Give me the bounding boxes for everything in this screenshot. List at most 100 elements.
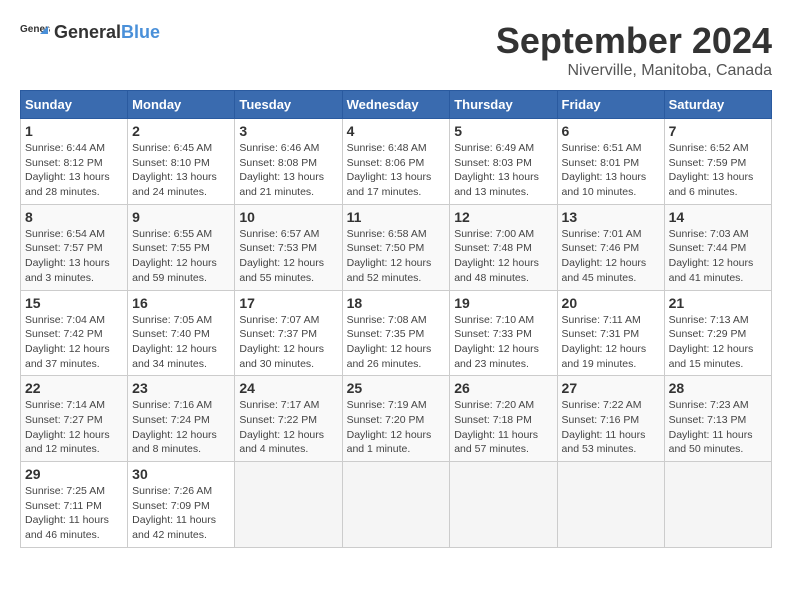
day-info: Sunrise: 7:19 AM Sunset: 7:20 PM Dayligh…: [347, 398, 446, 457]
day-number: 13: [562, 209, 660, 225]
day-info: Sunrise: 6:45 AM Sunset: 8:10 PM Dayligh…: [132, 141, 230, 200]
day-info: Sunrise: 7:16 AM Sunset: 7:24 PM Dayligh…: [132, 398, 230, 457]
day-number: 10: [239, 209, 337, 225]
calendar-cell: [450, 462, 557, 548]
day-number: 24: [239, 380, 337, 396]
calendar-week-row: 8 Sunrise: 6:54 AM Sunset: 7:57 PM Daylig…: [21, 204, 772, 290]
calendar-cell: 23 Sunrise: 7:16 AM Sunset: 7:24 PM Dayli…: [128, 376, 235, 462]
calendar-cell: 17 Sunrise: 7:07 AM Sunset: 7:37 PM Dayli…: [235, 290, 342, 376]
calendar-cell: 9 Sunrise: 6:55 AM Sunset: 7:55 PM Daylig…: [128, 204, 235, 290]
calendar-week-row: 29Sunrise: 7:25 AM Sunset: 7:11 PM Dayli…: [21, 462, 772, 548]
calendar-cell: 14 Sunrise: 7:03 AM Sunset: 7:44 PM Dayli…: [664, 204, 771, 290]
day-number: 2: [132, 123, 230, 139]
day-number: 23: [132, 380, 230, 396]
day-number: 30: [132, 466, 230, 482]
day-number: 29: [25, 466, 123, 482]
day-number: 28: [669, 380, 767, 396]
page-header: General GeneralBlue September 2024 Niver…: [20, 20, 772, 80]
day-info: Sunrise: 6:58 AM Sunset: 7:50 PM Dayligh…: [347, 227, 446, 286]
day-number: 21: [669, 295, 767, 311]
day-number: 18: [347, 295, 446, 311]
day-number: 5: [454, 123, 552, 139]
calendar-cell: [342, 462, 450, 548]
day-number: 3: [239, 123, 337, 139]
calendar-cell: 28 Sunrise: 7:23 AM Sunset: 7:13 PM Dayli…: [664, 376, 771, 462]
day-info: Sunrise: 7:20 AM Sunset: 7:18 PM Dayligh…: [454, 398, 552, 457]
calendar-cell: 7 Sunrise: 6:52 AM Sunset: 7:59 PM Daylig…: [664, 119, 771, 205]
calendar-cell: 4 Sunrise: 6:48 AM Sunset: 8:06 PM Daylig…: [342, 119, 450, 205]
day-number: 12: [454, 209, 552, 225]
calendar-cell: 24Sunrise: 7:17 AM Sunset: 7:22 PM Dayli…: [235, 376, 342, 462]
calendar-cell: 12 Sunrise: 7:00 AM Sunset: 7:48 PM Dayli…: [450, 204, 557, 290]
day-info: Sunrise: 7:04 AM Sunset: 7:42 PM Dayligh…: [25, 313, 123, 372]
day-number: 9: [132, 209, 230, 225]
calendar-week-row: 15 Sunrise: 7:04 AM Sunset: 7:42 PM Dayli…: [21, 290, 772, 376]
day-info: Sunrise: 7:14 AM Sunset: 7:27 PM Dayligh…: [25, 398, 123, 457]
day-info: Sunrise: 7:00 AM Sunset: 7:48 PM Dayligh…: [454, 227, 552, 286]
day-number: 11: [347, 209, 446, 225]
day-info: Sunrise: 7:13 AM Sunset: 7:29 PM Dayligh…: [669, 313, 767, 372]
day-number: 16: [132, 295, 230, 311]
calendar-table: Sunday Monday Tuesday Wednesday Thursday…: [20, 90, 772, 548]
day-number: 4: [347, 123, 446, 139]
day-number: 19: [454, 295, 552, 311]
col-monday: Monday: [128, 91, 235, 119]
day-number: 6: [562, 123, 660, 139]
day-info: Sunrise: 7:23 AM Sunset: 7:13 PM Dayligh…: [669, 398, 767, 457]
calendar-cell: 19Sunrise: 7:10 AM Sunset: 7:33 PM Dayli…: [450, 290, 557, 376]
day-info: Sunrise: 7:26 AM Sunset: 7:09 PM Dayligh…: [132, 484, 230, 543]
day-info: Sunrise: 6:51 AM Sunset: 8:01 PM Dayligh…: [562, 141, 660, 200]
day-number: 15: [25, 295, 123, 311]
day-info: Sunrise: 7:07 AM Sunset: 7:37 PM Dayligh…: [239, 313, 337, 372]
day-info: Sunrise: 7:05 AM Sunset: 7:40 PM Dayligh…: [132, 313, 230, 372]
calendar-cell: 30 Sunrise: 7:26 AM Sunset: 7:09 PM Dayli…: [128, 462, 235, 548]
calendar-cell: 25 Sunrise: 7:19 AM Sunset: 7:20 PM Dayli…: [342, 376, 450, 462]
logo-icon: General: [20, 20, 50, 44]
day-info: Sunrise: 6:49 AM Sunset: 8:03 PM Dayligh…: [454, 141, 552, 200]
calendar-cell: 3 Sunrise: 6:46 AM Sunset: 8:08 PM Daylig…: [235, 119, 342, 205]
day-number: 26: [454, 380, 552, 396]
calendar-cell: 26 Sunrise: 7:20 AM Sunset: 7:18 PM Dayli…: [450, 376, 557, 462]
day-info: Sunrise: 6:48 AM Sunset: 8:06 PM Dayligh…: [347, 141, 446, 200]
day-info: Sunrise: 7:08 AM Sunset: 7:35 PM Dayligh…: [347, 313, 446, 372]
calendar-cell: 6 Sunrise: 6:51 AM Sunset: 8:01 PM Daylig…: [557, 119, 664, 205]
day-number: 1: [25, 123, 123, 139]
day-number: 25: [347, 380, 446, 396]
day-number: 8: [25, 209, 123, 225]
col-thursday: Thursday: [450, 91, 557, 119]
location-title: Niverville, Manitoba, Canada: [496, 62, 772, 80]
calendar-cell: 13Sunrise: 7:01 AM Sunset: 7:46 PM Dayli…: [557, 204, 664, 290]
calendar-cell: [557, 462, 664, 548]
day-number: 27: [562, 380, 660, 396]
calendar-cell: 21 Sunrise: 7:13 AM Sunset: 7:29 PM Dayli…: [664, 290, 771, 376]
logo-general: General: [54, 22, 121, 42]
calendar-cell: 20Sunrise: 7:11 AM Sunset: 7:31 PM Dayli…: [557, 290, 664, 376]
calendar-cell: 29Sunrise: 7:25 AM Sunset: 7:11 PM Dayli…: [21, 462, 128, 548]
day-info: Sunrise: 7:22 AM Sunset: 7:16 PM Dayligh…: [562, 398, 660, 457]
col-sunday: Sunday: [21, 91, 128, 119]
day-info: Sunrise: 6:55 AM Sunset: 7:55 PM Dayligh…: [132, 227, 230, 286]
day-number: 17: [239, 295, 337, 311]
day-info: Sunrise: 6:46 AM Sunset: 8:08 PM Dayligh…: [239, 141, 337, 200]
day-info: Sunrise: 6:44 AM Sunset: 8:12 PM Dayligh…: [25, 141, 123, 200]
calendar-cell: 5 Sunrise: 6:49 AM Sunset: 8:03 PM Daylig…: [450, 119, 557, 205]
day-info: Sunrise: 6:52 AM Sunset: 7:59 PM Dayligh…: [669, 141, 767, 200]
calendar-cell: [235, 462, 342, 548]
calendar-cell: 11 Sunrise: 6:58 AM Sunset: 7:50 PM Dayli…: [342, 204, 450, 290]
calendar-cell: 1 Sunrise: 6:44 AM Sunset: 8:12 PM Daylig…: [21, 119, 128, 205]
day-number: 22: [25, 380, 123, 396]
calendar-cell: 8 Sunrise: 6:54 AM Sunset: 7:57 PM Daylig…: [21, 204, 128, 290]
col-saturday: Saturday: [664, 91, 771, 119]
day-number: 7: [669, 123, 767, 139]
title-area: September 2024 Niverville, Manitoba, Can…: [496, 20, 772, 80]
calendar-cell: [664, 462, 771, 548]
day-info: Sunrise: 7:03 AM Sunset: 7:44 PM Dayligh…: [669, 227, 767, 286]
calendar-cell: 16 Sunrise: 7:05 AM Sunset: 7:40 PM Dayli…: [128, 290, 235, 376]
day-number: 14: [669, 209, 767, 225]
col-wednesday: Wednesday: [342, 91, 450, 119]
day-info: Sunrise: 6:54 AM Sunset: 7:57 PM Dayligh…: [25, 227, 123, 286]
calendar-week-row: 22 Sunrise: 7:14 AM Sunset: 7:27 PM Dayli…: [21, 376, 772, 462]
day-info: Sunrise: 7:11 AM Sunset: 7:31 PM Dayligh…: [562, 313, 660, 372]
month-title: September 2024: [496, 20, 772, 62]
calendar-cell: 18 Sunrise: 7:08 AM Sunset: 7:35 PM Dayli…: [342, 290, 450, 376]
